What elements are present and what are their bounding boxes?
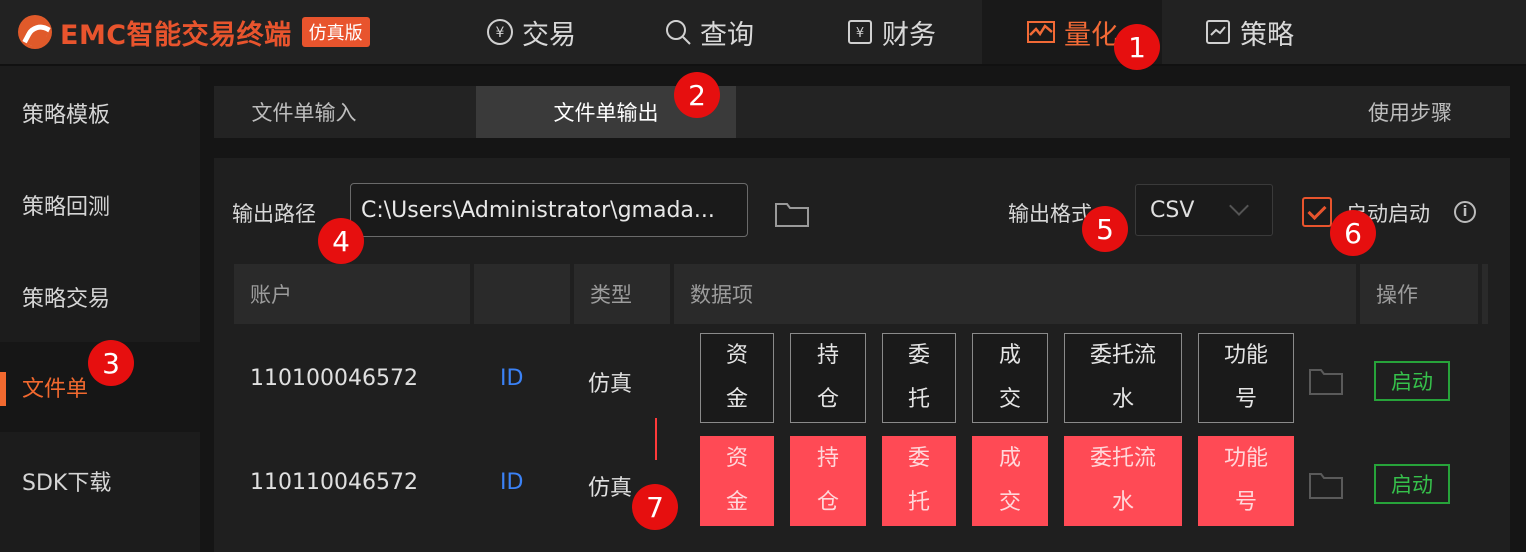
search-icon [664,18,692,46]
output-format-label: 输出格式 [1008,202,1092,226]
svg-text:¥: ¥ [496,25,505,41]
data-item-funds-selected[interactable]: 资金 [700,436,774,526]
output-format-select[interactable]: CSV [1135,184,1273,236]
nav-strategy[interactable]: 策略 [1204,0,1294,64]
sidebar-item-strategy-trading[interactable]: 策略交易 [0,252,200,342]
column-header-end [1482,264,1488,324]
app-logo: EMC智能交易终端 仿真版 [18,14,370,51]
data-item-label: 委托 [907,446,930,515]
data-item-label: 委托流水 [1089,446,1156,515]
data-item-label: 委托 [907,343,930,412]
sidebar-item-label: 策略回测 [22,195,111,220]
sidebar-item-label: 策略模板 [22,103,111,128]
output-path-input[interactable]: C:\Users\Administrator\gmada... [350,183,748,237]
sidebar-item-strategy-backtest[interactable]: 策略回测 [0,160,200,250]
data-item-label: 功能号 [1223,446,1268,515]
data-item-label: 成交 [998,446,1021,515]
column-header-data-items: 数据项 [674,264,1356,324]
nav-trade[interactable]: ¥ 交易 [486,0,576,64]
sidebar: 策略模板 策略回测 策略交易 文件单 SDK下载 [0,66,200,552]
logo-icon [18,15,52,49]
nav-label: 交易 [522,19,576,51]
strategy-icon [1204,18,1232,46]
row-account: 110110046572 [250,470,418,495]
data-item-funds[interactable]: 资金 [700,333,774,423]
app-title: EMC智能交易终端 [60,19,292,51]
data-item-trade-selected[interactable]: 成交 [972,436,1048,526]
nav-query[interactable]: 查询 [664,0,754,64]
annotation-badge-7: 7 [632,484,678,530]
column-header-type: 类型 [574,264,670,324]
auto-start-checkbox[interactable] [1302,197,1332,227]
annotation-badge-2: 2 [674,72,720,118]
chevron-down-icon [1229,196,1249,216]
folder-icon[interactable] [774,198,809,227]
data-item-label: 持仓 [816,446,839,515]
finance-icon: ¥ [846,18,874,46]
quant-chart-icon [1026,19,1056,45]
annotation-badge-1: 1 [1114,24,1160,70]
data-item-order-flow[interactable]: 委托流水 [1064,333,1182,423]
start-button[interactable]: 启动 [1374,361,1450,401]
data-item-order[interactable]: 委托 [882,333,956,423]
sidebar-item-label: SDK下载 [22,471,112,496]
nav-label: 查询 [700,19,754,51]
yen-circle-icon: ¥ [486,18,514,46]
data-item-label: 资金 [725,446,748,515]
data-item-label: 功能号 [1223,343,1268,412]
start-button[interactable]: 启动 [1374,464,1450,504]
annotation-badge-5: 5 [1082,206,1128,252]
nav-label: 量化 [1064,19,1118,51]
row-account: 110100046572 [250,366,418,391]
data-item-label: 持仓 [816,343,839,412]
tab-usage-steps[interactable]: 使用步骤 [1330,86,1490,138]
column-header-ops: 操作 [1360,264,1478,324]
nav-finance[interactable]: ¥ 财务 [846,0,936,64]
output-format-value: CSV [1150,197,1195,223]
data-item-position[interactable]: 持仓 [790,333,866,423]
row-type: 仿真 [588,372,633,397]
row-id-link[interactable]: ID [500,366,523,391]
sidebar-item-label: 策略交易 [22,287,111,312]
svg-text:¥: ¥ [856,26,864,41]
sidebar-item-sdk-download[interactable]: SDK下载 [0,436,200,526]
red-marker [655,418,657,460]
annotation-badge-6: 6 [1330,210,1376,256]
nav-label: 财务 [882,19,936,51]
output-path-label: 输出路径 [232,202,316,226]
data-item-trade[interactable]: 成交 [972,333,1048,423]
tab-file-input[interactable]: 文件单输入 [214,86,394,138]
folder-icon[interactable] [1308,366,1343,395]
top-navigation-bar: EMC智能交易终端 仿真版 ¥ 交易 查询 ¥ 财务 量化 策略 [0,0,1526,66]
annotation-badge-4: 4 [318,218,364,264]
nav-label: 策略 [1240,19,1294,51]
row-id-link[interactable]: ID [500,470,523,495]
data-item-function-code[interactable]: 功能号 [1198,333,1294,423]
sub-tab-bar: 文件单输入 文件单输出 使用步骤 [214,86,1510,138]
info-icon[interactable]: i [1454,201,1476,223]
data-item-order-flow-selected[interactable]: 委托流水 [1064,436,1182,526]
data-item-label: 成交 [998,343,1021,412]
sidebar-item-label: 文件单 [22,377,89,402]
data-item-label: 委托流水 [1089,343,1156,412]
annotation-badge-3: 3 [88,340,134,386]
data-item-position-selected[interactable]: 持仓 [790,436,866,526]
column-header-id [474,264,570,324]
column-header-account: 账户 [234,264,470,324]
edition-badge: 仿真版 [301,17,370,47]
folder-icon[interactable] [1308,470,1343,499]
data-item-label: 资金 [725,343,748,412]
data-item-function-code-selected[interactable]: 功能号 [1198,436,1294,526]
row-type: 仿真 [588,476,633,501]
sidebar-item-strategy-template[interactable]: 策略模板 [0,68,200,158]
data-item-order-selected[interactable]: 委托 [882,436,956,526]
